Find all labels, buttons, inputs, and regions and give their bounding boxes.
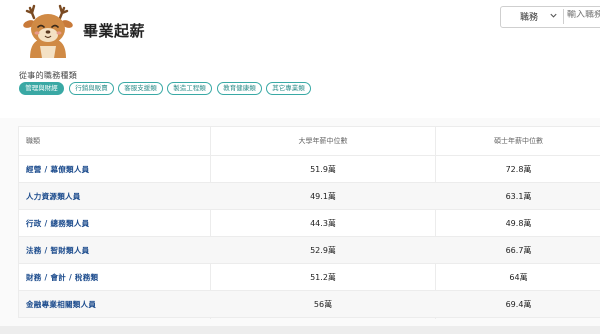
table-row: 金融專業相關類人員 56萬 69.4萬	[19, 290, 600, 317]
master-salary: 64萬	[509, 273, 528, 282]
bachelor-salary: 51.9萬	[310, 165, 336, 174]
master-salary: 66.7萬	[505, 246, 532, 255]
table-row: 行政 / 總務類人員 44.3萬 49.8萬	[19, 209, 600, 236]
bachelor-salary: 52.9萬	[310, 246, 336, 255]
chip-marketing-sales[interactable]: 行銷與販賣	[69, 82, 114, 95]
page-title: 畢業起薪	[83, 22, 146, 40]
search-divider	[563, 9, 564, 24]
chip-customer-support[interactable]: 客服支援類	[118, 82, 163, 95]
table-row: 法務 / 智財類人員 52.9萬 66.7萬	[19, 236, 600, 263]
job-link[interactable]: 行政 / 總務類人員	[26, 210, 89, 237]
job-link[interactable]: 人力資源類人員	[26, 183, 81, 210]
master-salary: 63.1萬	[505, 192, 532, 201]
filter-label: 從事的職務種類	[19, 71, 78, 80]
master-salary: 49.8萬	[505, 219, 532, 228]
master-salary: 69.4萬	[505, 300, 532, 309]
footer-strip	[0, 326, 600, 334]
header-job-category: 職類	[26, 137, 40, 145]
page: 畢業起薪 職務 從事的職務種類 管理與財經 行銷與販賣 客服支援類 製造工程類 …	[0, 0, 600, 334]
job-link[interactable]: 法務 / 智財類人員	[26, 237, 89, 264]
job-link[interactable]: 金融專業相關類人員	[26, 291, 96, 318]
chip-education-health[interactable]: 教育健康類	[217, 82, 262, 95]
chevron-down-icon[interactable]	[549, 11, 558, 20]
chip-manufacturing-engineering[interactable]: 製造工程類	[167, 82, 212, 95]
job-search-input[interactable]	[567, 10, 600, 20]
bachelor-salary: 49.1萬	[310, 192, 336, 201]
chip-management-finance[interactable]: 管理與財經	[19, 82, 64, 95]
job-link[interactable]: 財務 / 會計 / 稅務類	[26, 264, 98, 291]
header-master-salary: 碩士年薪中位數	[494, 137, 543, 145]
job-link[interactable]: 經營 / 幕僚類人員	[26, 156, 89, 183]
search-category-select[interactable]: 職務	[520, 10, 538, 23]
table-row: 人力資源類人員 49.1萬 63.1萬	[19, 182, 600, 209]
table-row: 經營 / 幕僚類人員 51.9萬 72.8萬	[19, 155, 600, 182]
bachelor-salary: 51.2萬	[310, 273, 336, 282]
bachelor-salary: 44.3萬	[310, 219, 336, 228]
table-row: 財務 / 會計 / 稅務類 51.2萬 64萬	[19, 263, 600, 290]
chip-other-professional[interactable]: 其它專業類	[266, 82, 311, 95]
master-salary: 72.8萬	[505, 165, 532, 174]
bachelor-salary: 56萬	[313, 300, 333, 309]
deer-mascot-icon	[23, 4, 73, 58]
salary-table: 職類 大學年薪中位數 碩士年薪中位數 經營 / 幕僚類人員 51.9萬 72.8…	[18, 126, 600, 319]
header-bachelor-salary: 大學年薪中位數	[298, 137, 348, 145]
